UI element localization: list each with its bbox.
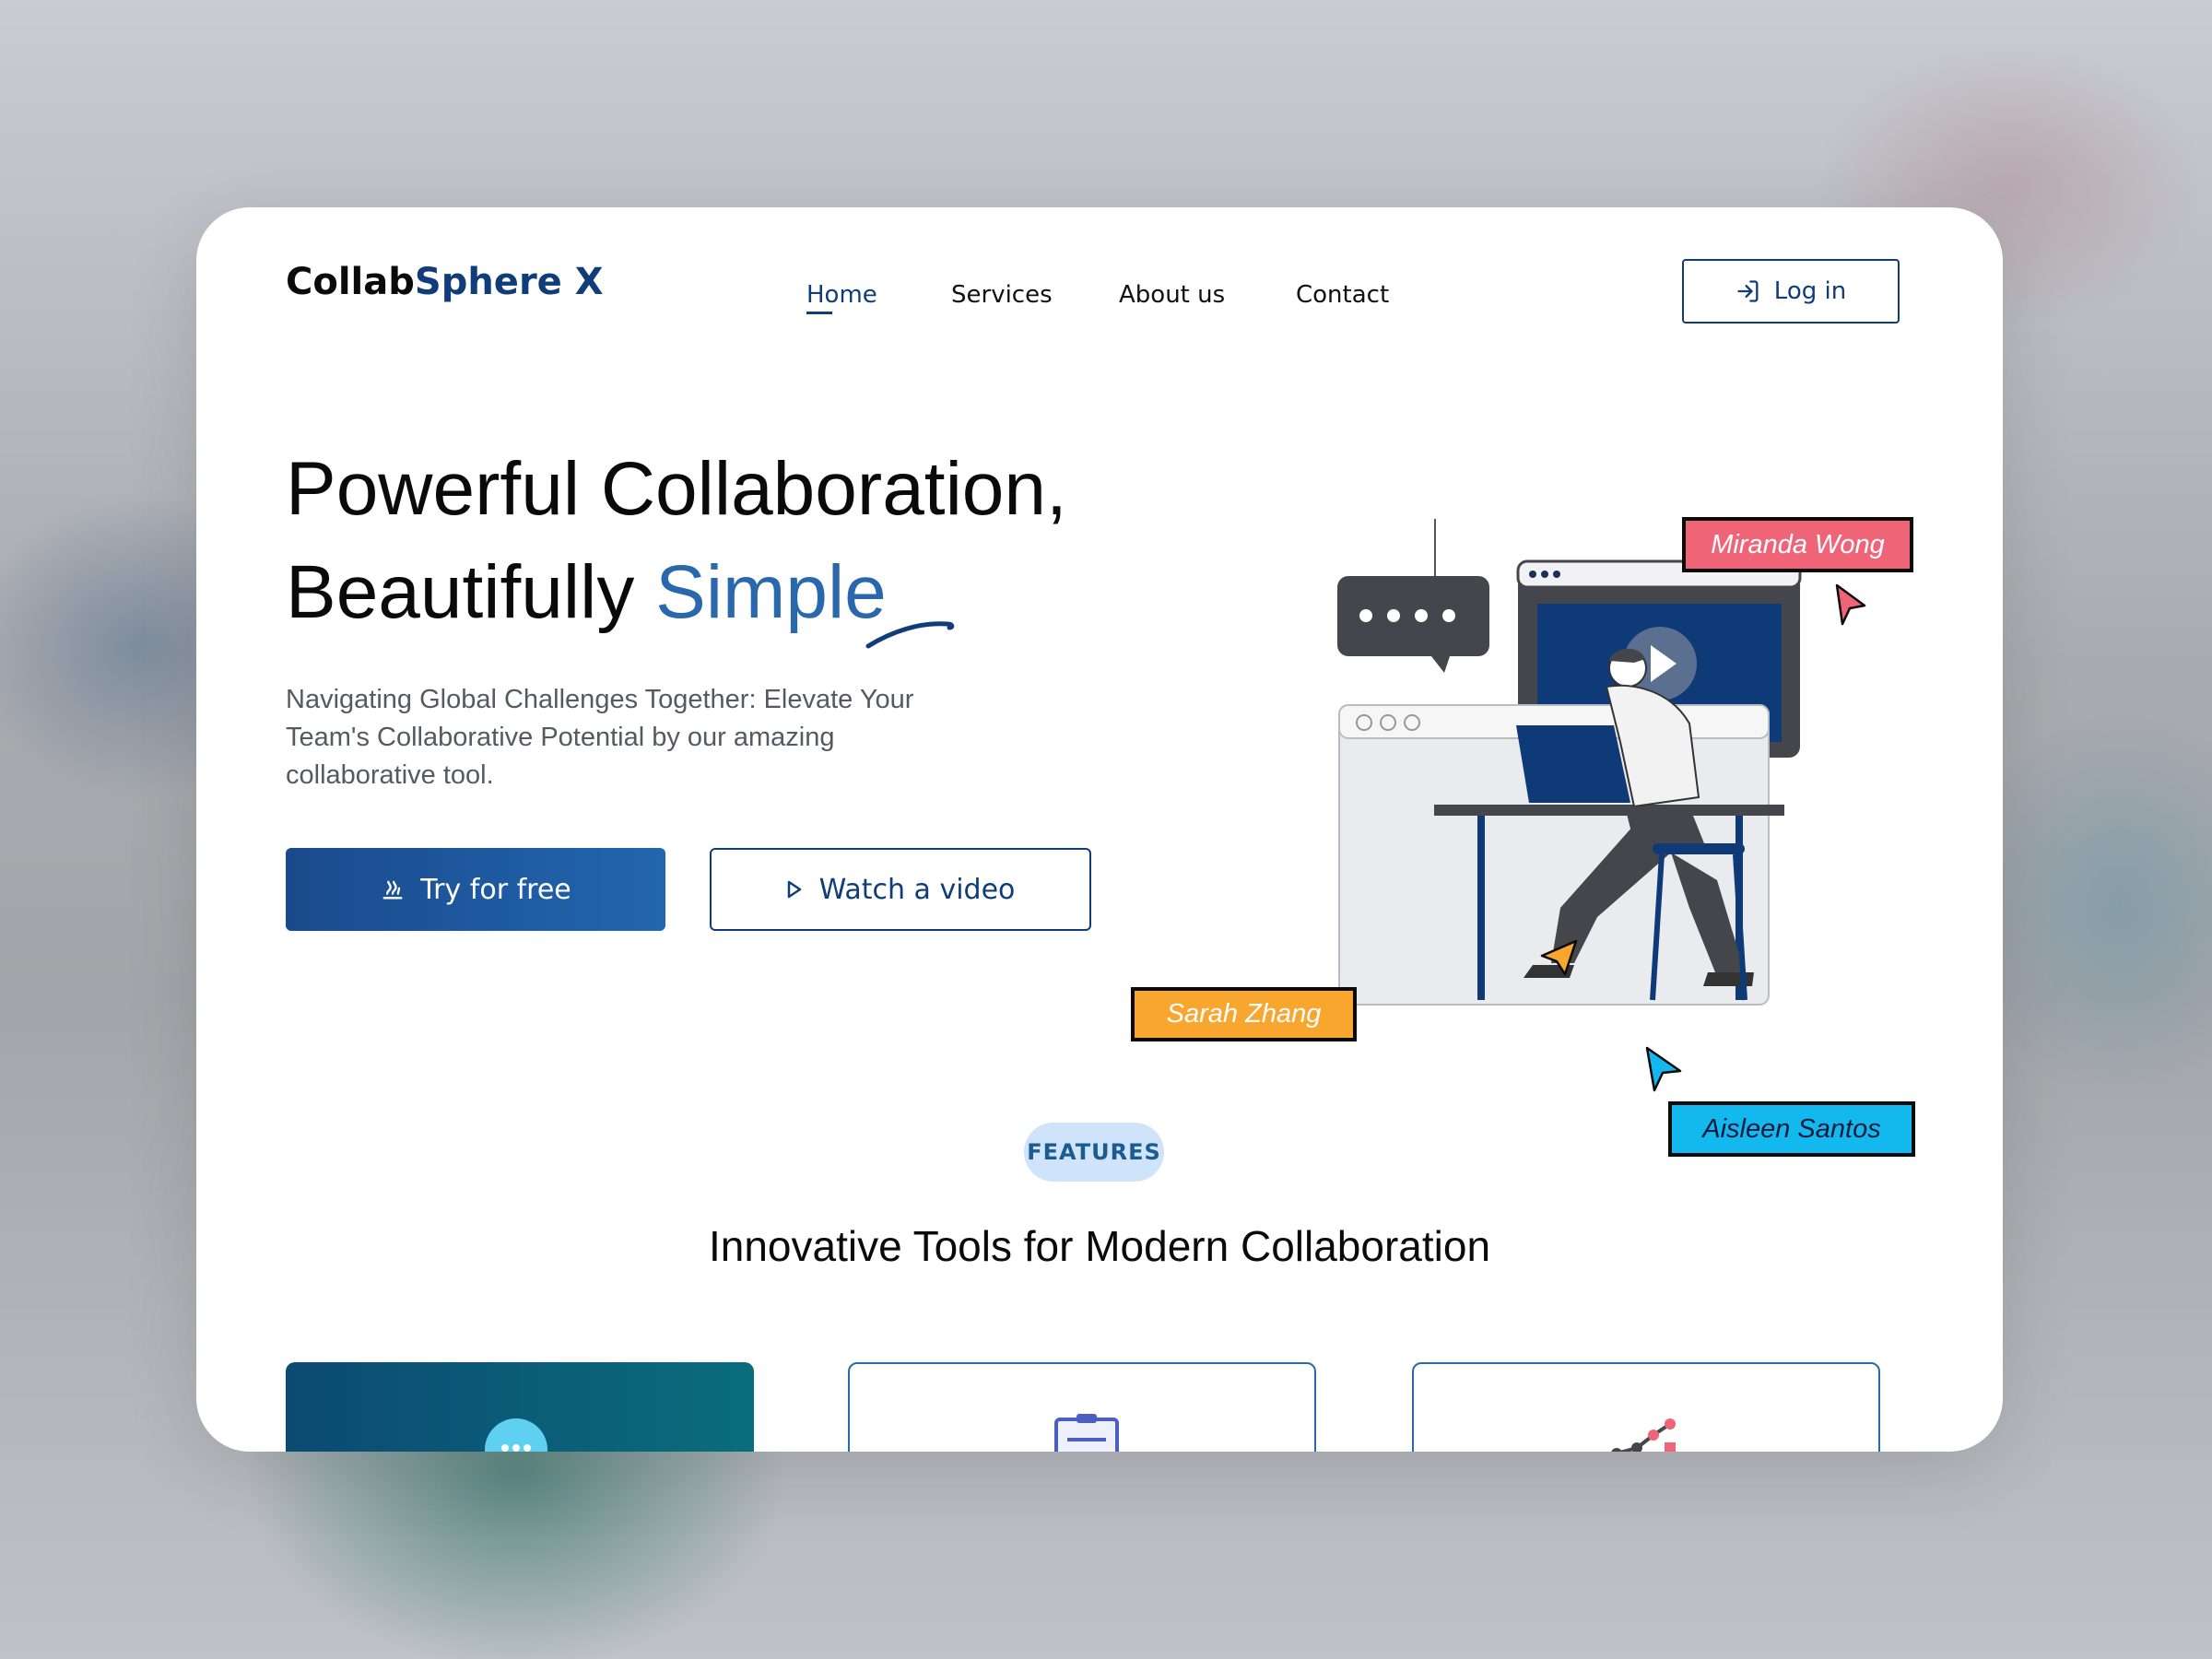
features-pill: FEATURES — [1024, 1123, 1164, 1182]
person-figure — [1524, 648, 1754, 1001]
nav-item-home[interactable]: Home — [806, 281, 877, 314]
watch-video-button[interactable]: Watch a video — [710, 848, 1091, 931]
watch-video-label: Watch a video — [818, 873, 1016, 906]
nav-item-services[interactable]: Services — [951, 281, 1053, 309]
cursor-blue-icon — [1645, 1046, 1682, 1092]
cursor-red-icon — [1835, 583, 1866, 626]
feature-card-tasks[interactable] — [848, 1362, 1316, 1452]
cursor-label-sarah: Sarah Zhang — [1131, 987, 1357, 1041]
cursor-label-aisleen: Aisleen Santos — [1668, 1101, 1915, 1157]
desk — [1434, 805, 1784, 1000]
brand-logo[interactable]: CollabSphere X — [286, 261, 604, 303]
chat-bubble-icon — [1337, 576, 1489, 673]
landing-page-card: CollabSphere X Home Services About us Co… — [196, 207, 2003, 1452]
hero-subtitle: Navigating Global Challenges Together: E… — [286, 685, 914, 790]
login-label: Log in — [1773, 277, 1847, 305]
try-for-free-label: Try for free — [420, 873, 571, 906]
highlight-underline-squiggle — [865, 621, 955, 649]
chat-icon — [485, 1418, 547, 1452]
login-button[interactable]: Log in — [1682, 259, 1900, 324]
play-icon — [787, 880, 801, 899]
analytics-icon — [1611, 1418, 1676, 1452]
feature-card-analytics[interactable] — [1412, 1362, 1880, 1452]
nav-item-about-us[interactable]: About us — [1119, 281, 1225, 309]
hero-title-line2-prefix: Beautifully — [286, 550, 656, 634]
features-title: Innovative Tools for Modern Collaboratio… — [708, 1222, 1491, 1270]
login-icon — [1737, 280, 1759, 302]
brand-name-part1: Collab — [286, 261, 415, 303]
cursor-orange-icon — [1540, 939, 1578, 976]
try-for-free-button[interactable]: Try for free — [286, 848, 665, 931]
clipboard-icon — [1054, 1414, 1119, 1452]
steam-icon — [382, 880, 403, 900]
cursor-label-miranda: Miranda Wong — [1682, 517, 1913, 572]
brand-name-part2: Sphere X — [414, 261, 604, 303]
hero-title-highlight: Simple — [655, 550, 887, 634]
laptop-icon — [1516, 725, 1630, 803]
nav-item-contact[interactable]: Contact — [1296, 281, 1389, 309]
feature-card-chat[interactable] — [286, 1362, 754, 1452]
browser-window-icon — [1338, 704, 1770, 1006]
hero-title-line1: Powerful Collaboration, — [286, 447, 1067, 531]
video-window-icon — [1516, 559, 1802, 758]
